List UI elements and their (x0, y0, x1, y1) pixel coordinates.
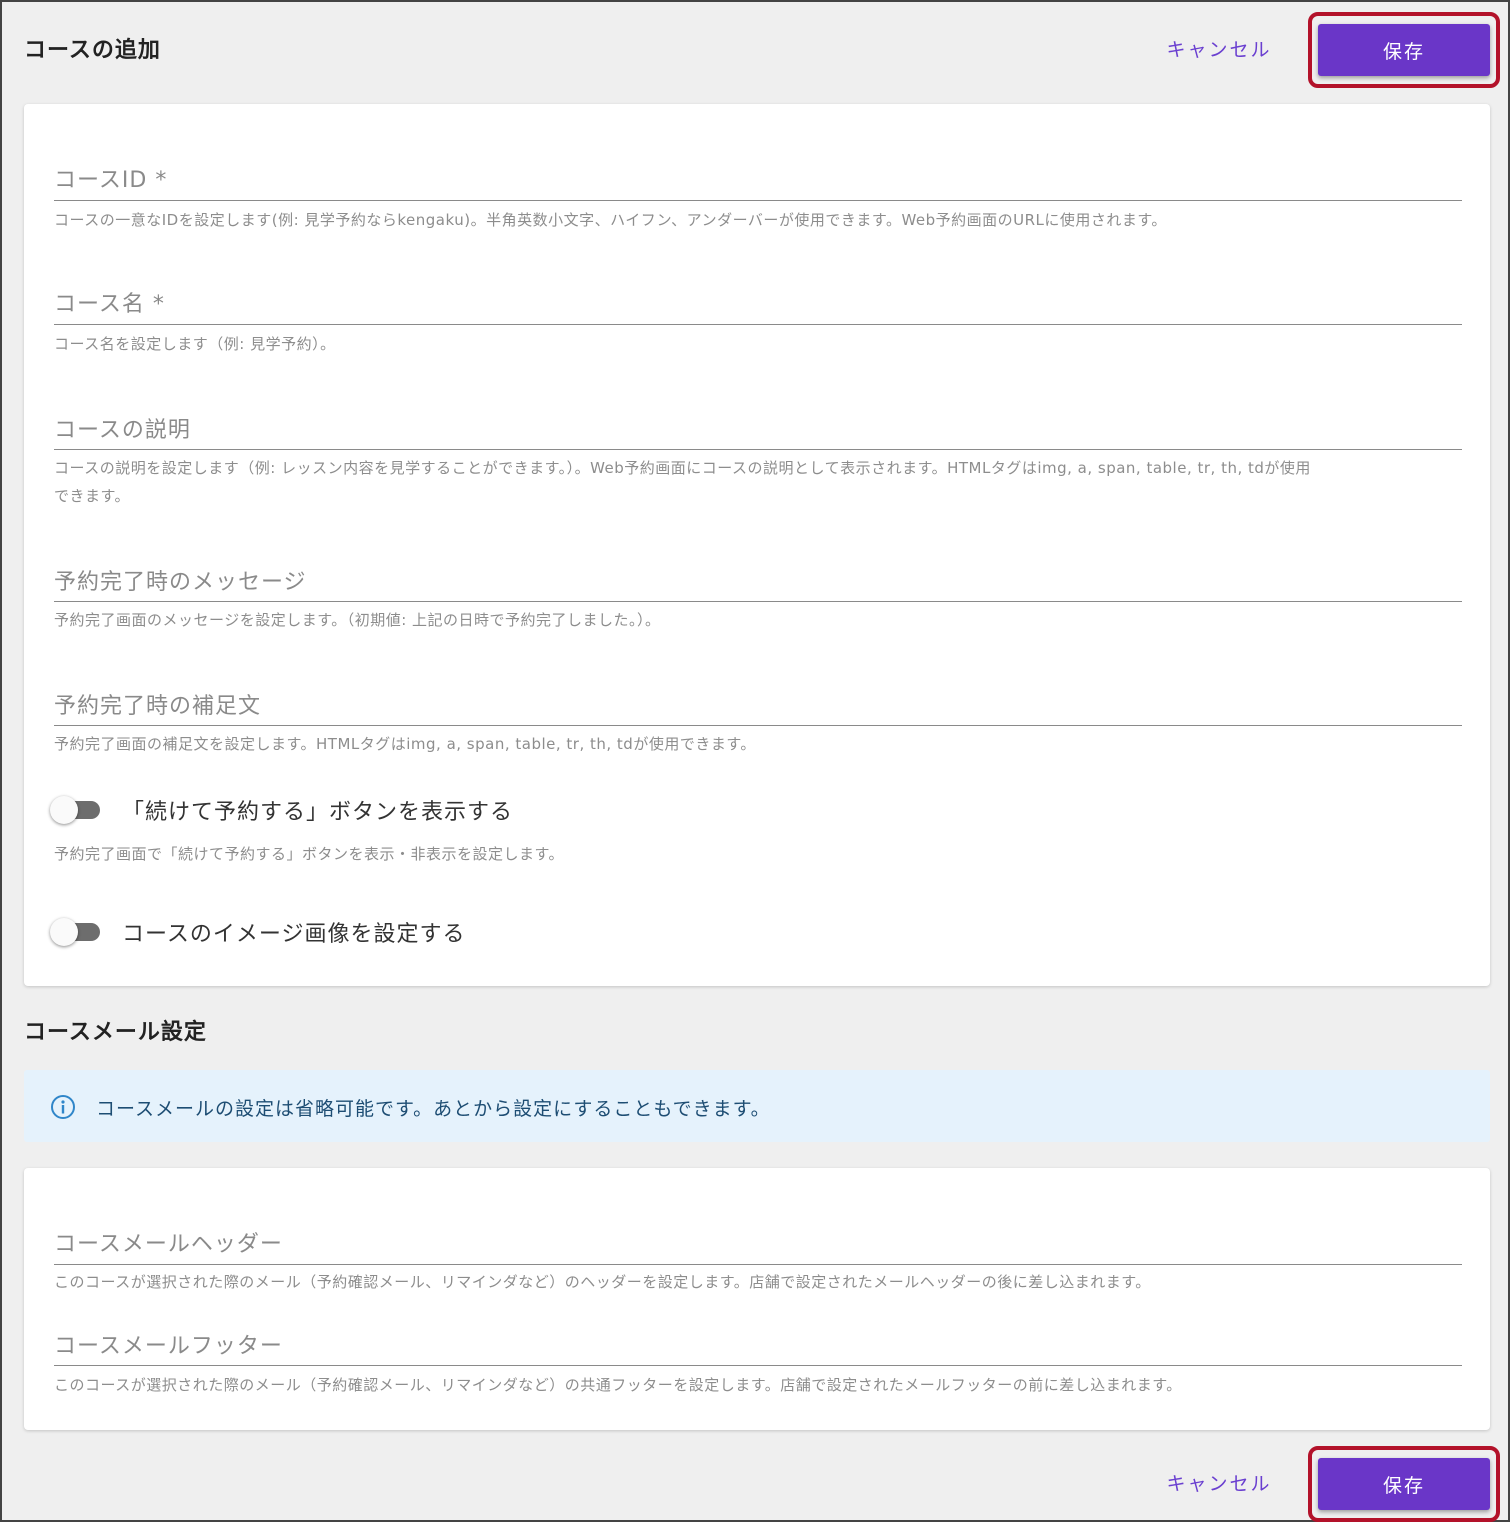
cancel-button[interactable]: キャンセル (1154, 28, 1284, 68)
mail-footer-label: コースメールフッター (54, 1334, 283, 1359)
course-image-toggle[interactable] (50, 916, 102, 946)
mail-footer-field[interactable]: コースメールフッター このコースが選択された際のメール（予約確認メール、リマイン… (54, 1328, 1462, 1408)
page-title: コースの追加 (24, 38, 161, 63)
mail-section-title: コースメール設定 (24, 1020, 207, 1045)
mail-header-hint: このコースが選択された際のメール（予約確認メール、リマインダなど）のヘッダーを設… (54, 1273, 1151, 1291)
mail-info-text: コースメールの設定は省略可能です。あとから設定にすることもできます。 (96, 1098, 771, 1120)
course-id-label: コースID * (54, 168, 168, 193)
course-name-label: コース名 * (54, 292, 165, 317)
completion-message-label: 予約完了時のメッセージ (54, 570, 307, 595)
course-name-field[interactable]: コース名 * コース名を設定します（例: 見学予約）。 (54, 286, 1462, 366)
save-button[interactable]: 保存 (1318, 24, 1490, 76)
completion-message-underline (54, 601, 1462, 602)
completion-note-underline (54, 725, 1462, 726)
completion-message-hint: 予約完了画面のメッセージを設定します。（初期値: 上記の日時で予約完了しました。… (54, 611, 661, 629)
course-id-underline (54, 200, 1462, 201)
toggle-thumb (50, 918, 78, 946)
continue-booking-toggle[interactable] (50, 794, 102, 824)
footer-cancel-button[interactable]: キャンセル (1154, 1462, 1284, 1502)
mail-settings-card: コースメールヘッダー このコースが選択された際のメール（予約確認メール、リマイン… (24, 1168, 1490, 1430)
course-form-card: コースID * コースの一意なIDを設定します(例: 見学予約ならkengaku… (24, 104, 1490, 986)
info-circle-icon (51, 1095, 75, 1119)
completion-message-field[interactable]: 予約完了時のメッセージ 予約完了画面のメッセージを設定します。（初期値: 上記の… (54, 564, 1462, 644)
toggle-thumb (50, 796, 78, 824)
course-description-hint-line2: できます。 (54, 487, 131, 505)
completion-note-hint: 予約完了画面の補足文を設定します。HTMLタグはimg, a, span, ta… (54, 735, 756, 753)
mail-info-banner: コースメールの設定は省略可能です。あとから設定にすることもできます。 (24, 1070, 1490, 1142)
continue-booking-toggle-label: 「続けて予約する」ボタンを表示する (122, 800, 514, 825)
mail-header-label: コースメールヘッダー (54, 1232, 283, 1257)
course-image-toggle-label: コースのイメージ画像を設定する (122, 922, 466, 947)
mail-footer-hint: このコースが選択された際のメール（予約確認メール、リマインダなど）の共通フッター… (54, 1376, 1182, 1394)
continue-booking-hint: 予約完了画面で「続けて予約する」ボタンを表示・非表示を設定します。 (54, 845, 565, 863)
course-id-field[interactable]: コースID * コースの一意なIDを設定します(例: 見学予約ならkengaku… (54, 162, 1462, 242)
course-name-hint: コース名を設定します（例: 見学予約）。 (54, 335, 336, 353)
course-description-label: コースの説明 (54, 418, 191, 443)
mail-header-field[interactable]: コースメールヘッダー このコースが選択された際のメール（予約確認メール、リマイン… (54, 1226, 1462, 1306)
save-button-highlight: 保存 (1308, 12, 1500, 88)
completion-note-label: 予約完了時の補足文 (54, 694, 262, 719)
footer-save-button[interactable]: 保存 (1318, 1458, 1490, 1510)
course-description-underline (54, 449, 1462, 450)
completion-note-field[interactable]: 予約完了時の補足文 予約完了画面の補足文を設定します。HTMLタグはimg, a… (54, 688, 1462, 768)
course-name-underline (54, 324, 1462, 325)
course-id-hint: コースの一意なIDを設定します(例: 見学予約ならkengaku)。半角英数小文… (54, 211, 1167, 229)
footer-save-button-highlight: 保存 (1308, 1446, 1500, 1522)
course-description-field[interactable]: コースの説明 コースの説明を設定します（例: レッスン内容を見学することができま… (54, 412, 1462, 512)
mail-header-underline (54, 1264, 1462, 1265)
mail-footer-underline (54, 1365, 1462, 1366)
course-description-hint-line1: コースの説明を設定します（例: レッスン内容を見学することができます。）。Web… (54, 459, 1311, 477)
